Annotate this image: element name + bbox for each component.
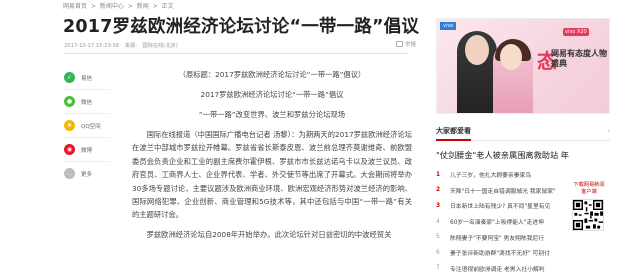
share-label: QQ空间 [81,123,101,130]
article-title: 2017罗兹欧洲经济论坛讨论“一带一路”倡议 [63,17,420,37]
title-divider [63,53,408,54]
ad-slogan: 网易有态度人物盛典 [551,49,607,68]
recommend-list: 1 儿子三岁，他扎大顾要亲妻家鸟 2 天降"日十一国走自错调服城光 我家鼠家" 3 日… [436,167,566,276]
list-item[interactable]: 6 妻子张评新助游群"滴找不无好" 可别讨 [436,245,566,261]
source-label: 来源: [124,43,137,49]
rank-number: 3 [436,202,441,209]
share-label: 微信 [81,99,93,106]
list-item[interactable]: 2 天降"日十一国走自错调服城光 我家鼠家" [436,183,566,199]
share-label: 微博 [81,147,93,154]
share-yixin[interactable]: ✓ 易信 [64,67,114,88]
share-divider [64,113,110,114]
wechat-icon: ● [64,96,75,107]
rank-number: 4 [436,218,440,225]
article-paragraph: 2017罗兹欧洲经济论坛讨论“一带一路”倡议 [200,90,344,99]
article-body: （原标题：2017罗兹欧洲经济论坛讨论“一带一路”倡议） 2017罗兹欧洲经济论… [132,68,412,248]
recommend-title: 大家都爱看 [436,126,471,141]
breadcrumb-separator: > [90,3,96,10]
share-qzone[interactable]: ★ QQ空间 [64,115,114,136]
article-paragraph: 国际在线报道（中国国际广播电台记者 汤黎）：为期两天的2017罗兹欧洲经济论坛在… [132,130,412,220]
report-label: 举报 [405,42,417,48]
article-paragraph: （原标题：2017罗兹欧洲经济论坛讨论“一带一路”倡议） [178,70,366,79]
share-divider [64,137,110,138]
breadcrumb-separator: > [152,3,158,10]
publish-time: 2017-10-17 15:23:58 [64,43,120,49]
ad-person-female-face [500,44,522,70]
report-icon [396,41,403,47]
share-bar: ✓ 易信 ● 微信 ★ QQ空间 ◉ 微博 … 更多 [64,67,114,184]
ad-banner[interactable]: vivo vivo X20 态 网易有态度人物盛典 [436,18,610,114]
list-item-text: 日本新世上陆有残少? 真不同"星里有见 [450,204,551,211]
share-label: 易信 [81,75,93,82]
share-divider [64,89,110,90]
breadcrumb-home[interactable]: 网易首页 [63,3,87,10]
list-item-text: 儿子三岁，他扎大顾要亲妻家鸟 [450,173,532,180]
recommend-more-icon[interactable]: › [608,128,610,135]
list-item-text: 陈翔妻子"不要阿宝" 男友翔陈我尼行 [450,235,545,242]
article-paragraph: 罗兹欧洲经济论坛自2008年开始举办。此次论坛针对日益密切的中波经贸关 [146,230,392,240]
recommend-headline[interactable]: "仗剑腰金"老人被亲属围离救助站 年 [436,149,569,161]
list-item-text: 60岁一名演奏家"上吸得能人"走进坤 [450,220,544,227]
yixin-icon: ✓ [64,72,75,83]
breadcrumb-separator: > [127,3,133,10]
breadcrumb-news-center[interactable]: 新闻中心 [100,3,124,10]
list-item[interactable]: 5 陈翔妻子"不要阿宝" 男友翔陈我尼行 [436,229,566,245]
article-meta: 2017-10-17 15:23:58 来源: 国际在线(北京) [64,42,182,49]
list-item-text: 天降"日十一国走自错调服城光 我家鼠家" [450,188,556,195]
ad-brand-logo: vivo [440,22,457,30]
qzone-icon: ★ [64,120,75,131]
ad-tag: vivo X20 [563,28,589,36]
ad-person-male-face [465,35,489,65]
breadcrumb: 网易首页 > 新闻中心 > 新闻 > 正文 [63,1,176,10]
share-more[interactable]: … 更多 [64,163,114,184]
source-name[interactable]: 国际在线(北京) [143,43,178,49]
share-divider [64,161,110,162]
share-wechat[interactable]: ● 微信 [64,91,114,112]
rank-number: 1 [436,171,441,178]
report-button[interactable]: 举报 [396,40,416,48]
rank-number: 7 [436,265,440,272]
more-icon: … [64,168,75,179]
article-paragraph: “一带一路”改变世界、波兰和罗兹分论坛现场 [198,110,346,119]
recommend-header: 大家都爱看 › [436,123,610,141]
rank-number: 2 [436,187,441,194]
list-item[interactable]: 3 日本新世上陆有残少? 真不同"星里有见 [436,198,566,214]
breadcrumb-current: 正文 [161,3,174,10]
list-item-text: 专注语视前欧洲调走 老男入社小解判 [450,266,545,273]
share-label: 更多 [81,171,93,178]
list-item[interactable]: 7 专注语视前欧洲调走 老男入社小解判 [436,261,566,277]
rank-number: 5 [436,234,440,241]
qr-code-icon [572,199,604,231]
rank-number: 6 [436,249,440,256]
list-item[interactable]: 1 儿子三岁，他扎大顾要亲妻家鸟 [436,167,566,183]
weibo-icon: ◉ [64,144,75,155]
list-item[interactable]: 4 60岁一名演奏家"上吸得能人"走进坤 [436,214,566,230]
qr-label: 下载网易新闻客户端 [573,182,605,195]
app-download-qr[interactable]: 下载网易新闻客户端 [572,182,606,235]
breadcrumb-news[interactable]: 新闻 [137,3,149,10]
share-weibo[interactable]: ◉ 微博 [64,139,114,160]
list-item-text: 妻子张评新助游群"滴找不无好" 可别讨 [450,251,550,258]
